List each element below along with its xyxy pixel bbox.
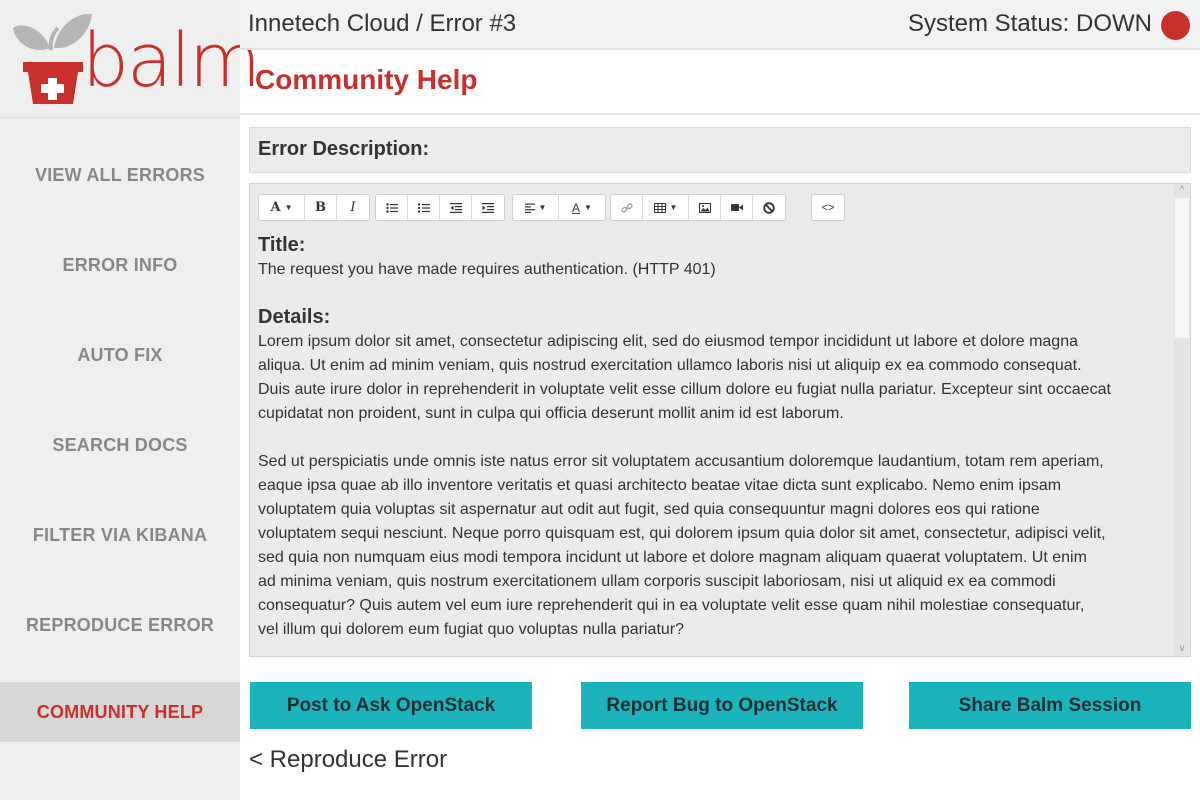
text-line: voluptatem quia voluptas sit aspernatur … [258, 501, 1040, 518]
bullet-list-icon[interactable] [376, 195, 408, 220]
text-line: Lorem ipsum dolor sit amet, consectetur … [258, 333, 1078, 350]
sidebar-item-view-all-errors[interactable]: VIEW ALL ERRORS [0, 145, 240, 205]
editor-content[interactable]: Title: The request you have made require… [258, 232, 1168, 642]
breadcrumb[interactable]: Innetech Cloud / Error #3 [248, 10, 516, 38]
title-heading: Title: [258, 234, 306, 256]
bold-icon[interactable]: B [305, 195, 337, 220]
toolbar-group-paragraph: ▼ A ▼ [512, 194, 606, 221]
text-line: aliqua. Ut enim ad minim veniam, quis no… [258, 357, 1082, 374]
sidebar-item-error-info[interactable]: ERROR INFO [0, 235, 240, 295]
logo-text: balm [82, 18, 261, 104]
sidebar-item-auto-fix[interactable]: AUTO FIX [0, 325, 240, 385]
toolbar-group-font: A ▼ B I [258, 194, 370, 221]
details-paragraph-1: Lorem ipsum dolor sit amet, consectetur … [258, 330, 1168, 426]
align-icon[interactable]: ▼ [513, 195, 559, 220]
text-line: voluptatem sequi nesciunt. Neque porro q… [258, 525, 1106, 542]
back-to-reproduce-error-link[interactable]: < Reproduce Error [249, 746, 447, 774]
sidebar-item-reproduce-error[interactable]: REPRODUCE ERROR [0, 595, 240, 655]
editor-scrollbar[interactable]: ^ v [1174, 184, 1190, 656]
sidebar-item-search-docs[interactable]: SEARCH DOCS [0, 415, 240, 475]
error-description-label: Error Description: [258, 138, 430, 160]
text-line: consequatur? Quis autem vel eum iure rep… [258, 597, 1085, 614]
title-divider [240, 113, 1200, 115]
link-icon[interactable] [611, 195, 643, 220]
report-bug-button[interactable]: Report Bug to OpenStack [581, 682, 863, 729]
details-heading: Details: [258, 306, 331, 328]
page-title: Community Help [255, 64, 478, 95]
status-indicator-icon [1161, 11, 1190, 40]
outdent-icon[interactable] [440, 195, 472, 220]
sidebar: balm VIEW ALL ERRORS ERROR INFO AUTO FIX… [0, 0, 261, 800]
scroll-down-icon[interactable]: v [1174, 642, 1190, 656]
image-icon[interactable] [689, 195, 721, 220]
font-icon[interactable]: A ▼ [259, 195, 305, 220]
text-line: sed quia non numquam eius modi tempora i… [258, 549, 1087, 566]
scrollbar-thumb[interactable] [1175, 198, 1189, 338]
system-status-text: System Status: DOWN [907, 10, 1152, 37]
post-to-ask-openstack-button[interactable]: Post to Ask OpenStack [250, 682, 532, 729]
toolbar-group-lists [375, 194, 505, 221]
error-description-header: Error Description: [249, 127, 1191, 173]
sidebar-item-filter-via-kibana[interactable]: FILTER VIA KIBANA [0, 505, 240, 565]
toolbar-group-insert: ▼ [610, 194, 786, 221]
scroll-up-icon[interactable]: ^ [1174, 184, 1190, 198]
clear-format-icon[interactable] [753, 195, 785, 220]
text-line: cupidatat non proident, sunt in culpa qu… [258, 405, 844, 422]
italic-icon[interactable]: I [337, 195, 369, 220]
details-paragraph-2: Sed ut perspiciatis unde omnis iste natu… [258, 450, 1168, 642]
text-color-icon[interactable]: A ▼ [559, 195, 605, 220]
title-text: The request you have made requires authe… [258, 261, 716, 278]
code-view-icon[interactable]: <> [812, 195, 844, 220]
table-icon[interactable]: ▼ [643, 195, 689, 220]
toolbar-group-code: <> [811, 194, 845, 221]
app-logo[interactable]: balm [0, 0, 261, 118]
text-line: ad minima veniam, quis nostrum exercitat… [258, 573, 1056, 590]
text-line: eaque ipsa quae ab illo inventore verita… [258, 477, 1062, 494]
text-line: Duis aute irure dolor in reprehenderit i… [258, 381, 1111, 398]
rich-text-editor[interactable]: A ▼ B I ▼ A ▼ ▼ <> Title: The request yo… [249, 183, 1191, 657]
top-bar: Innetech Cloud / Error #3 System Status:… [240, 0, 1200, 50]
numbered-list-icon[interactable] [408, 195, 440, 220]
text-line: Sed ut perspiciatis unde omnis iste natu… [258, 453, 1104, 470]
indent-icon[interactable] [472, 195, 504, 220]
share-balm-session-button[interactable]: Share Balm Session [909, 682, 1191, 729]
text-line: vel illum qui dolorem eum fugiat quo vol… [258, 621, 685, 638]
video-icon[interactable] [721, 195, 753, 220]
sidebar-item-community-help[interactable]: COMMUNITY HELP [0, 682, 240, 742]
